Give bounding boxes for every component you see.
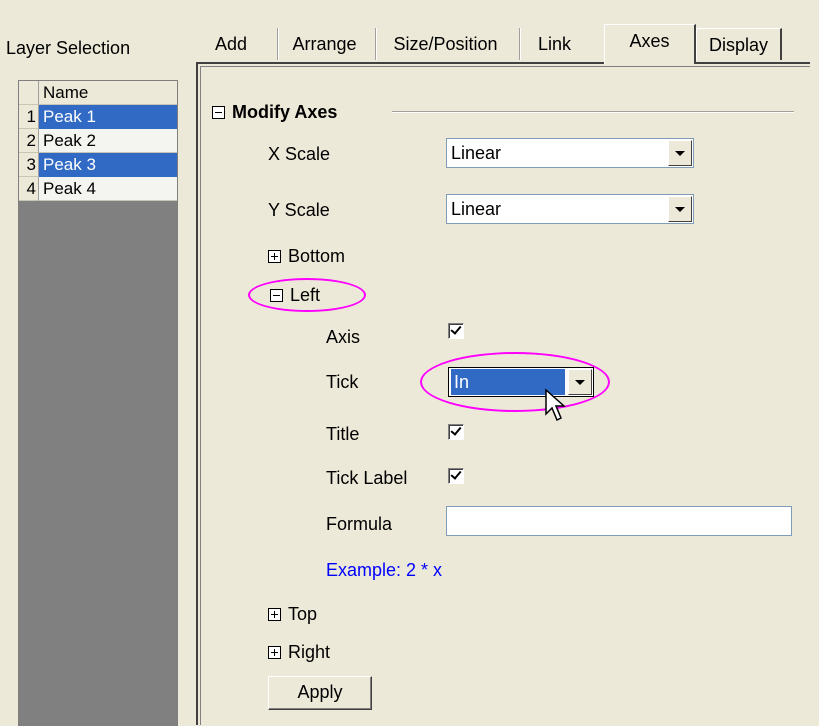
x-scale-dropdown[interactable]: Linear bbox=[446, 138, 694, 168]
tab-display[interactable]: Display bbox=[696, 28, 782, 60]
tick-label-checkbox[interactable] bbox=[448, 468, 464, 484]
y-scale-value: Linear bbox=[451, 199, 502, 219]
tab-link[interactable]: Link bbox=[520, 28, 588, 60]
row-number[interactable]: 1 bbox=[19, 105, 39, 129]
apply-button[interactable]: Apply bbox=[268, 676, 372, 710]
row-number[interactable]: 3 bbox=[19, 153, 39, 177]
tab-add[interactable]: Add bbox=[196, 28, 266, 60]
chevron-down-icon[interactable] bbox=[668, 140, 692, 166]
bottom-node-label[interactable]: Bottom bbox=[288, 246, 345, 267]
tick-dropdown[interactable]: In bbox=[448, 367, 594, 397]
group-divider bbox=[392, 111, 794, 113]
row-number[interactable]: 4 bbox=[19, 177, 39, 201]
chevron-down-icon[interactable] bbox=[568, 369, 592, 395]
expand-right-icon[interactable] bbox=[268, 646, 281, 659]
tab-size-position[interactable]: Size/Position bbox=[376, 28, 514, 60]
tab-arrange[interactable]: Arrange bbox=[278, 28, 370, 60]
formula-label: Formula bbox=[326, 514, 393, 534]
tick-label-label: Tick Label bbox=[326, 468, 408, 488]
modify-axes-title: Modify Axes bbox=[232, 102, 338, 122]
tab-axes[interactable]: Axes bbox=[604, 24, 696, 64]
layer-name-cell[interactable]: Peak 3 bbox=[39, 153, 177, 177]
title-checkbox[interactable] bbox=[448, 424, 464, 440]
tick-label: Tick bbox=[326, 372, 359, 392]
layer-name-cell[interactable]: Peak 4 bbox=[39, 177, 177, 201]
layer-table: Name 1 Peak 1 2 Peak 2 3 Peak 3 4 Peak 4 bbox=[18, 80, 178, 726]
table-row[interactable]: 1 Peak 1 bbox=[19, 105, 177, 129]
x-scale-label: X Scale bbox=[268, 144, 331, 164]
x-scale-value: Linear bbox=[451, 143, 502, 163]
expand-bottom-icon[interactable] bbox=[268, 250, 281, 263]
formula-input[interactable] bbox=[446, 506, 792, 536]
top-node-label[interactable]: Top bbox=[288, 604, 317, 625]
layer-name-cell[interactable]: Peak 1 bbox=[39, 105, 177, 129]
table-row[interactable]: 4 Peak 4 bbox=[19, 177, 177, 201]
right-node-label[interactable]: Right bbox=[288, 642, 330, 663]
left-node-label[interactable]: Left bbox=[290, 285, 320, 306]
layer-selection-title: Layer Selection bbox=[6, 38, 131, 58]
row-number[interactable]: 2 bbox=[19, 129, 39, 153]
collapse-modify-axes-icon[interactable] bbox=[212, 106, 225, 119]
y-scale-dropdown[interactable]: Linear bbox=[446, 194, 694, 224]
collapse-left-icon[interactable] bbox=[270, 289, 283, 302]
chevron-down-icon[interactable] bbox=[668, 196, 692, 222]
y-scale-label: Y Scale bbox=[268, 200, 330, 220]
title-label: Title bbox=[326, 424, 360, 444]
table-header-row: Name bbox=[19, 81, 177, 105]
axis-label: Axis bbox=[326, 327, 361, 347]
mouse-cursor-icon bbox=[545, 388, 566, 422]
expand-top-icon[interactable] bbox=[268, 608, 281, 621]
axis-checkbox[interactable] bbox=[448, 323, 464, 339]
layer-name-cell[interactable]: Peak 2 bbox=[39, 129, 177, 153]
example-hint: Example: 2 * x bbox=[326, 560, 443, 580]
table-row[interactable]: 3 Peak 3 bbox=[19, 153, 177, 177]
column-header-name[interactable]: Name bbox=[39, 81, 177, 105]
row-number-header bbox=[19, 81, 39, 105]
table-row[interactable]: 2 Peak 2 bbox=[19, 129, 177, 153]
